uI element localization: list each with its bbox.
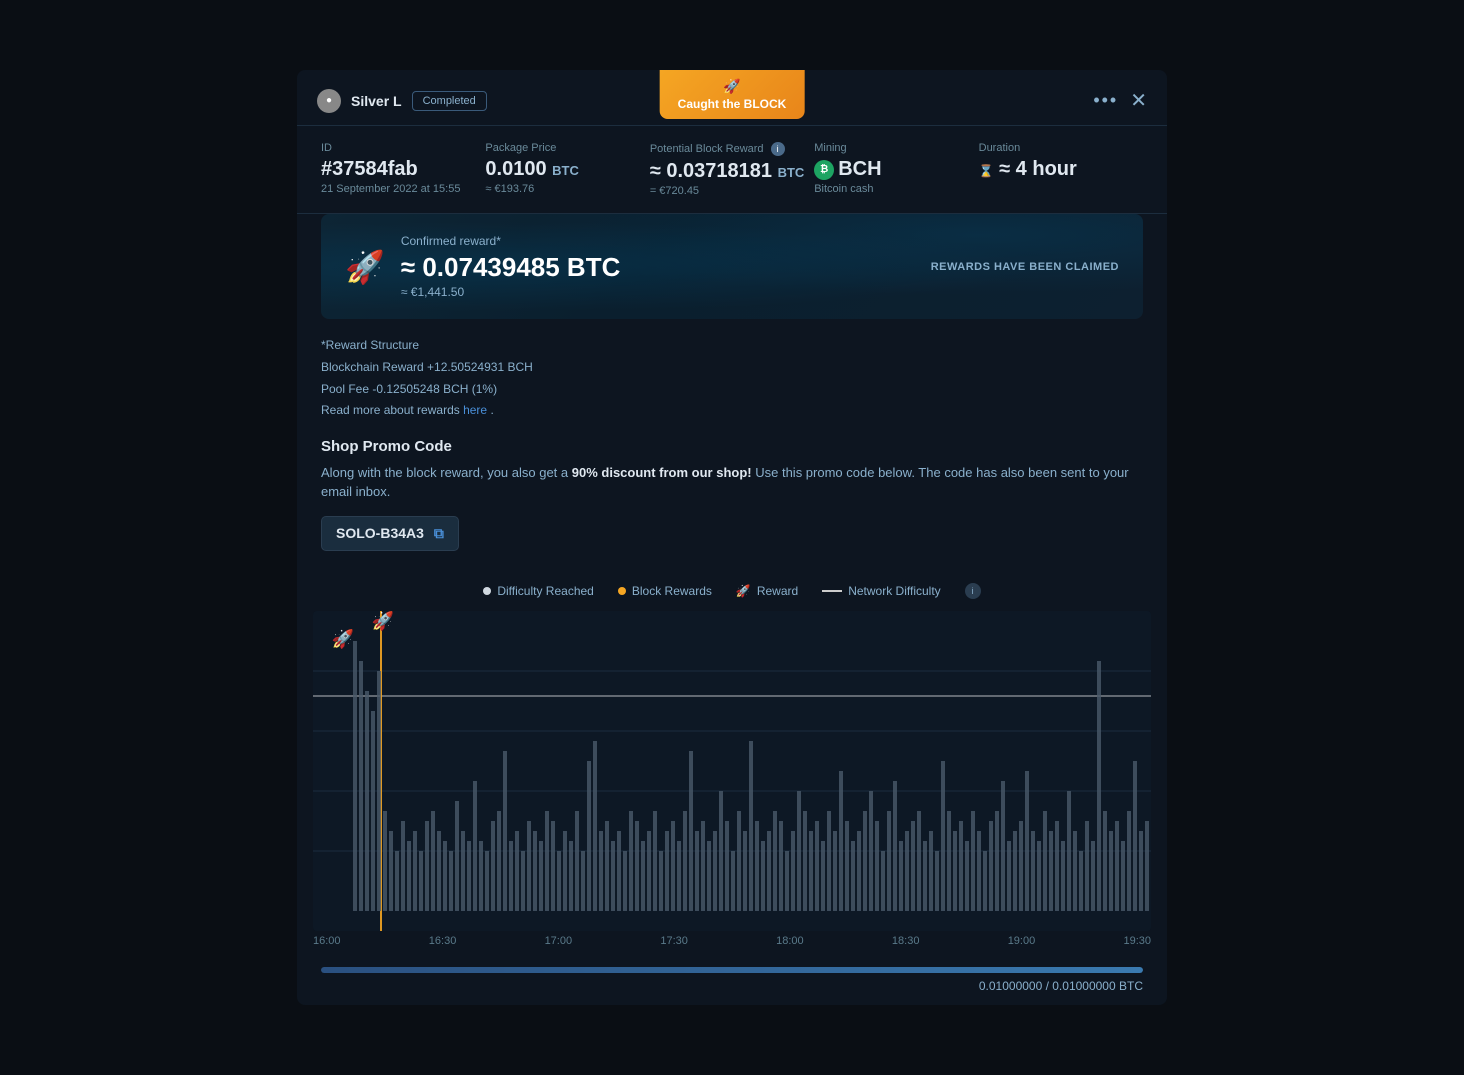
mining-block: Mining ₿ BCH Bitcoin cash (814, 142, 978, 197)
promo-desc: Along with the block reward, you also ge… (321, 463, 1143, 502)
rocket-marker-1: 🚀 (332, 629, 354, 650)
progress-bar-track (321, 967, 1143, 973)
read-more-link[interactable]: here (463, 403, 487, 417)
reward-info: Confirmed reward* ≈ 0.07439485 BTC ≈ €1,… (401, 234, 621, 299)
legend-info-icon[interactable]: i (965, 583, 981, 599)
confirmed-label: Confirmed reward* (401, 234, 621, 248)
copy-icon: ⧉ (434, 525, 444, 542)
pool-fee: Pool Fee -0.12505248 BCH (1%) (321, 379, 1143, 401)
more-options-button[interactable]: ••• (1093, 90, 1118, 111)
chart-container: 🚀 🚀 (313, 611, 1151, 931)
potential-block: Potential Block Reward i ≈ 0.03718181 BT… (650, 142, 814, 197)
close-button[interactable]: ✕ (1130, 88, 1147, 113)
bch-icon: ₿ (814, 160, 834, 180)
modal-container: 🚀 Caught the BLOCK ● Silver L Completed … (297, 70, 1167, 1004)
mining-label: Mining (814, 142, 978, 154)
legend-block-rewards: Block Rewards (618, 584, 712, 598)
blockchain-reward: Blockchain Reward +12.50524931 BCH (321, 357, 1143, 379)
chart-svg (313, 611, 1151, 931)
duration-value: ⌛ ≈ 4 hour (979, 158, 1143, 181)
date-value: 21 September 2022 at 15:55 (321, 183, 485, 195)
hourglass-icon: ⌛ (979, 164, 994, 178)
read-more: Read more about rewards here . (321, 400, 1143, 422)
time-labels: 16:00 16:30 17:00 17:30 18:00 18:30 19:0… (297, 931, 1167, 955)
reward-left: 🚀 Confirmed reward* ≈ 0.07439485 BTC ≈ €… (345, 234, 620, 299)
id-value: #37584fab (321, 158, 485, 181)
potential-eur: = €720.45 (650, 185, 814, 197)
network-difficulty-line (822, 590, 842, 592)
id-block: ID #37584fab 21 September 2022 at 15:55 (321, 142, 485, 197)
user-name: Silver L (351, 93, 402, 109)
package-value: 0.0100 BTC (485, 158, 649, 181)
progress-text: 0.01000000 / 0.01000000 BTC (321, 979, 1143, 993)
reward-structure: *Reward Structure Blockchain Reward +12.… (297, 335, 1167, 437)
duration-block: Duration ⌛ ≈ 4 hour (979, 142, 1143, 197)
badge-rocket-icon: 🚀 (678, 78, 787, 95)
legend-reward: 🚀 Reward (736, 584, 798, 598)
package-label: Package Price (485, 142, 649, 154)
potential-value: ≈ 0.03718181 BTC (650, 160, 814, 183)
difficulty-reached-dot (483, 587, 491, 595)
promo-code-value: SOLO-B34A3 (336, 525, 424, 541)
potential-info-icon[interactable]: i (771, 142, 785, 156)
progress-bar-fill (321, 967, 1143, 973)
confirmed-value: ≈ 0.07439485 BTC (401, 252, 621, 283)
rocket-marker-2: 🚀 (372, 611, 394, 632)
status-badge: Completed (412, 91, 487, 111)
mining-sub: Bitcoin cash (814, 183, 978, 195)
promo-title: Shop Promo Code (321, 438, 1143, 455)
reward-rocket-icon: 🚀 (736, 584, 751, 598)
potential-label: Potential Block Reward i (650, 142, 814, 156)
duration-label: Duration (979, 142, 1143, 154)
progress-section: 0.01000000 / 0.01000000 BTC (297, 955, 1167, 1005)
badge-label: Caught the BLOCK (678, 97, 787, 111)
package-eur: ≈ €193.76 (485, 183, 649, 195)
avatar: ● (317, 89, 341, 113)
info-row: ID #37584fab 21 September 2022 at 15:55 … (297, 126, 1167, 214)
header-actions: ••• ✕ (1093, 88, 1147, 113)
id-label: ID (321, 142, 485, 154)
claimed-text: REWARDS HAVE BEEN CLAIMED (931, 261, 1119, 273)
legend-difficulty-reached: Difficulty Reached (483, 584, 594, 598)
package-block: Package Price 0.0100 BTC ≈ €193.76 (485, 142, 649, 197)
chart-legend: Difficulty Reached Block Rewards 🚀 Rewar… (297, 571, 1167, 611)
confirmed-eur: ≈ €1,441.50 (401, 285, 621, 299)
mining-value: ₿ BCH (814, 158, 978, 181)
caught-badge: 🚀 Caught the BLOCK (660, 70, 805, 119)
reward-rocket-icon: 🚀 (345, 248, 385, 286)
reward-structure-title: *Reward Structure (321, 335, 1143, 357)
shop-promo: Shop Promo Code Along with the block rew… (297, 438, 1167, 571)
promo-code-box[interactable]: SOLO-B34A3 ⧉ (321, 516, 459, 551)
reward-banner: 🚀 Confirmed reward* ≈ 0.07439485 BTC ≈ €… (321, 214, 1143, 319)
user-info: ● Silver L Completed (317, 89, 487, 113)
legend-network-difficulty: Network Difficulty (822, 584, 940, 598)
block-rewards-dot (618, 587, 626, 595)
